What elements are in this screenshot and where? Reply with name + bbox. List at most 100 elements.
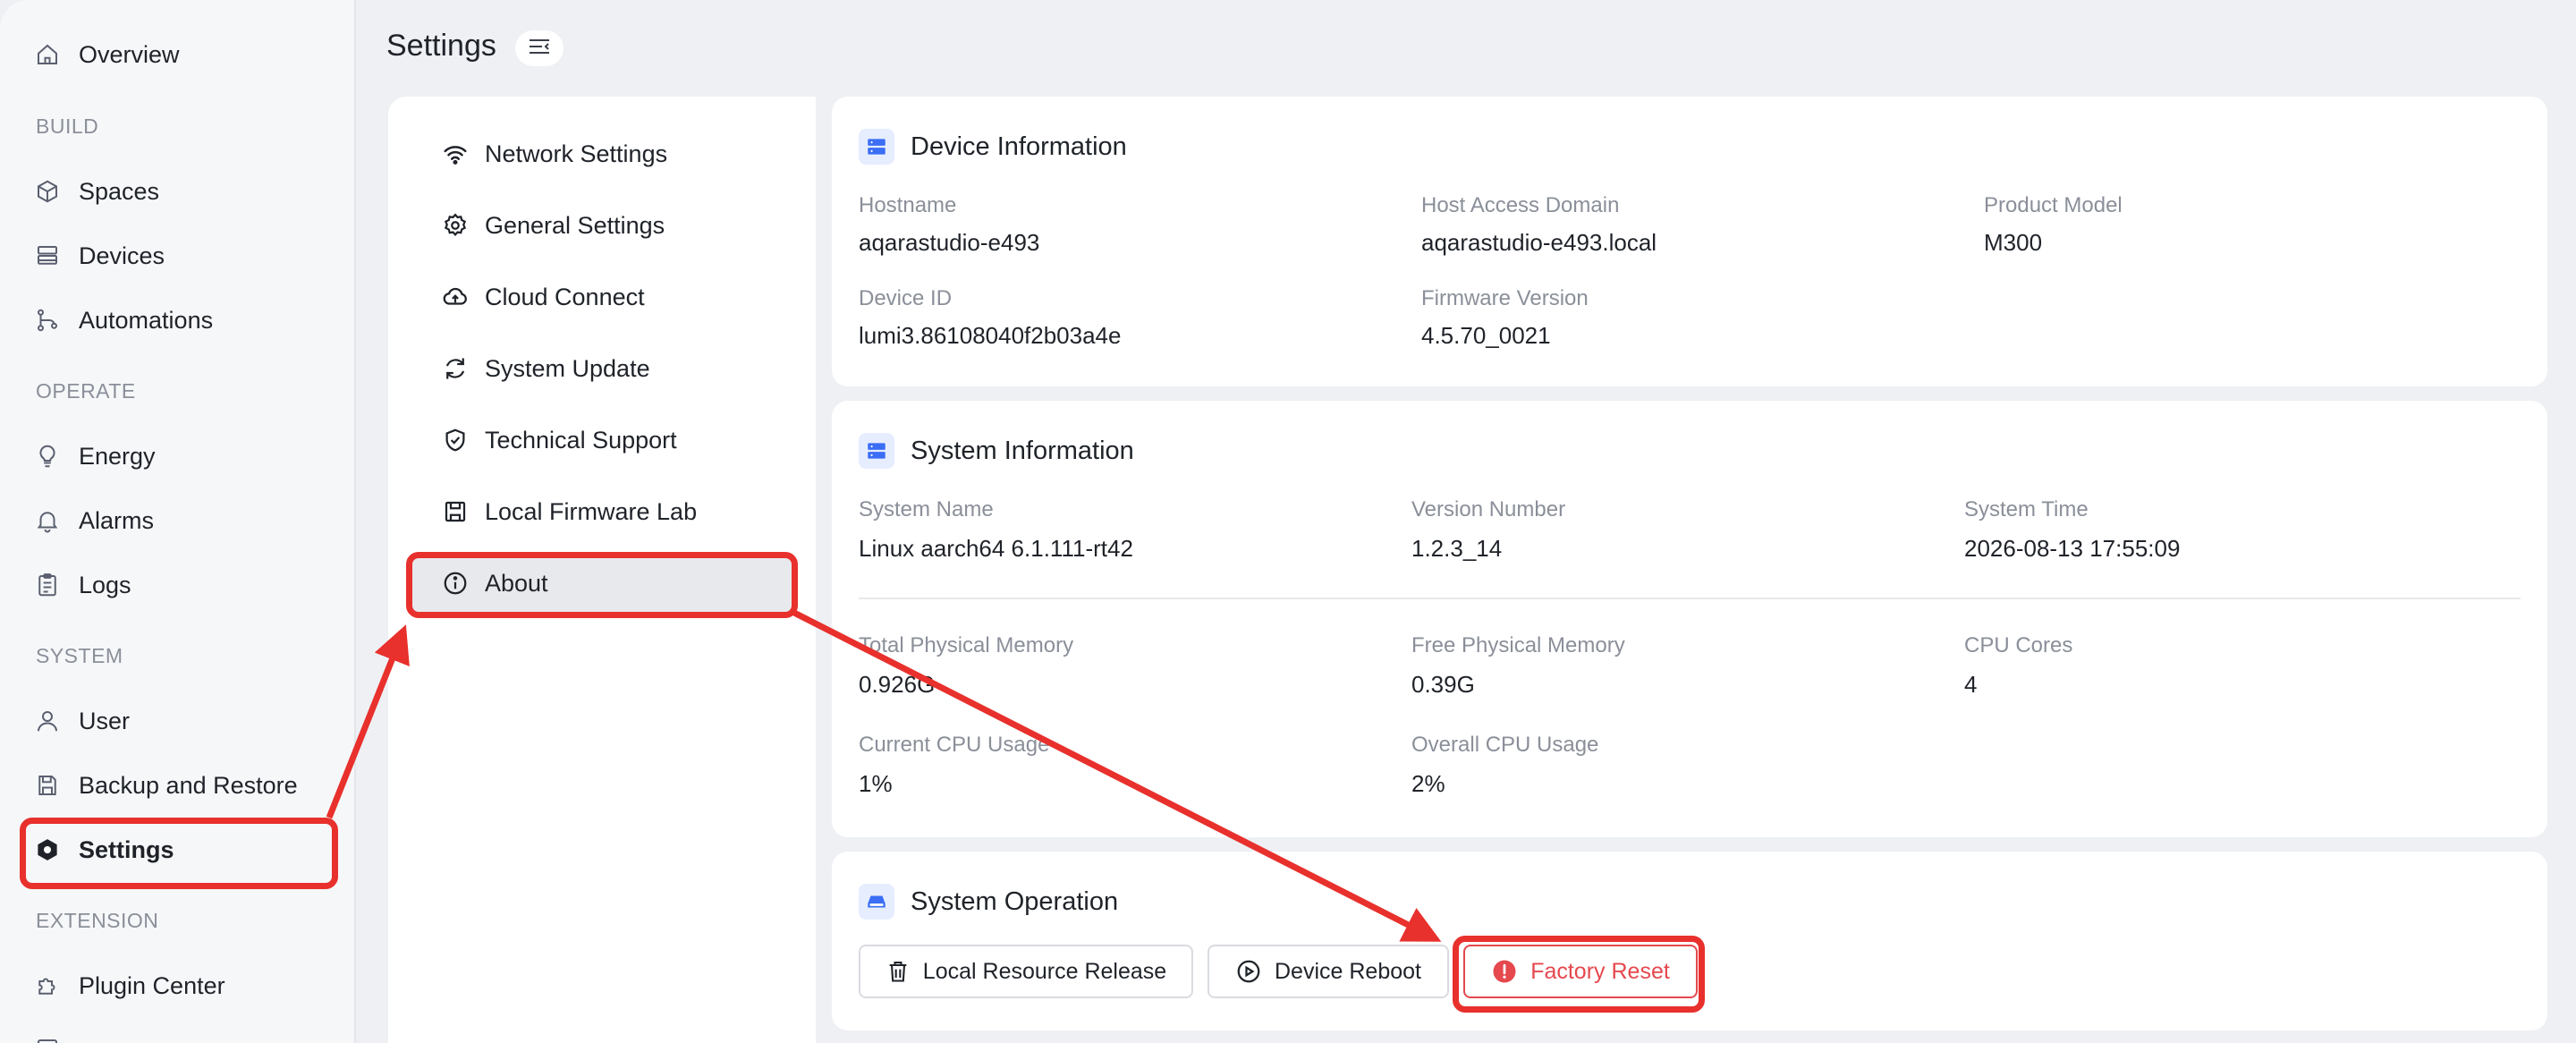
card-title: System Information bbox=[911, 436, 1134, 465]
submenu-item-label: Local Firmware Lab bbox=[485, 497, 698, 525]
factory-reset-button[interactable]: Factory Reset bbox=[1463, 945, 1698, 998]
sidebar-item-label: Energy bbox=[79, 442, 156, 470]
save-icon bbox=[440, 496, 470, 527]
system-time-value: 2026-08-13 17:55:09 bbox=[1964, 535, 2181, 562]
total-memory-label: Total Physical Memory bbox=[859, 633, 1074, 657]
hostname-value: aqarastudio-e493 bbox=[859, 229, 1040, 256]
info-icon bbox=[440, 568, 470, 598]
submenu-item-system-update[interactable]: System Update bbox=[406, 339, 796, 398]
main-sidebar: Overview BUILD Spaces Devices Automation… bbox=[0, 0, 356, 1043]
sidebar-item-user[interactable]: User bbox=[32, 699, 130, 743]
product-model-label: Product Model bbox=[1984, 193, 2123, 217]
sidebar-item-partial[interactable] bbox=[32, 1027, 79, 1043]
cpu-cores-value: 4 bbox=[1964, 671, 1978, 698]
cloud-icon bbox=[440, 282, 470, 312]
sidebar-item-backup[interactable]: Backup and Restore bbox=[32, 763, 298, 808]
system-information-card: System Information System Name Linux aar… bbox=[832, 401, 2547, 837]
host-domain-value: aqarastudio-e493.local bbox=[1421, 229, 1657, 256]
submenu-item-network-settings[interactable]: Network Settings bbox=[406, 124, 796, 183]
sidebar-item-spaces[interactable]: Spaces bbox=[32, 169, 159, 214]
submenu-item-label: Technical Support bbox=[485, 426, 677, 454]
list-icon bbox=[32, 1034, 63, 1043]
button-label: Factory Reset bbox=[1530, 958, 1670, 984]
firmware-label: Firmware Version bbox=[1421, 286, 1589, 310]
hostname-label: Hostname bbox=[859, 193, 957, 217]
button-label: Device Reboot bbox=[1275, 958, 1421, 984]
version-value: 1.2.3_14 bbox=[1411, 535, 1503, 562]
submenu-item-label: Network Settings bbox=[485, 140, 668, 167]
submenu-item-label: About bbox=[485, 569, 548, 597]
system-time-label: System Time bbox=[1964, 497, 2089, 522]
alert-icon bbox=[1493, 960, 1516, 983]
total-memory-value: 0.926G bbox=[859, 671, 936, 698]
sidebar-item-label: User bbox=[79, 707, 131, 734]
free-memory-label: Free Physical Memory bbox=[1411, 633, 1625, 657]
card-header: System Operation bbox=[859, 884, 1118, 920]
trash-icon bbox=[889, 962, 907, 982]
collapse-menu-button[interactable] bbox=[515, 30, 564, 66]
sidebar-item-devices[interactable]: Devices bbox=[32, 233, 165, 278]
local-resource-release-button[interactable]: Local Resource Release bbox=[859, 945, 1193, 998]
lightbulb-icon bbox=[32, 441, 63, 471]
submenu-item-label: General Settings bbox=[485, 211, 665, 239]
drive-icon bbox=[859, 884, 894, 920]
device-id-label: Device ID bbox=[859, 286, 953, 310]
free-memory-value: 0.39G bbox=[1411, 671, 1475, 698]
system-name-value: Linux aarch64 6.1.111-rt42 bbox=[859, 535, 1133, 562]
submenu-item-cloud-connect[interactable]: Cloud Connect bbox=[406, 267, 796, 326]
sidebar-item-label: Plugin Center bbox=[79, 971, 225, 999]
overall-cpu-value: 2% bbox=[1411, 770, 1445, 797]
play-circle-icon bbox=[1237, 960, 1260, 983]
current-cpu-label: Current CPU Usage bbox=[859, 733, 1050, 757]
sidebar-item-label: Backup and Restore bbox=[79, 771, 298, 799]
section-divider bbox=[859, 598, 2521, 599]
sidebar-item-overview[interactable]: Overview bbox=[32, 32, 180, 77]
button-label: Local Resource Release bbox=[922, 958, 1167, 984]
firmware-value: 4.5.70_0021 bbox=[1421, 322, 1551, 349]
branch-icon bbox=[32, 305, 63, 335]
submenu-item-label: Cloud Connect bbox=[485, 283, 645, 310]
sidebar-item-energy[interactable]: Energy bbox=[32, 434, 156, 479]
sidebar-section-extension: EXTENSION bbox=[36, 909, 159, 932]
sidebar-section-build: BUILD bbox=[36, 114, 99, 138]
home-icon bbox=[32, 39, 63, 70]
puzzle-icon bbox=[32, 971, 63, 1001]
sidebar-item-alarms[interactable]: Alarms bbox=[32, 498, 154, 543]
shield-check-icon bbox=[440, 425, 470, 455]
submenu-item-label: System Update bbox=[485, 354, 650, 382]
sidebar-item-settings[interactable]: Settings bbox=[32, 827, 174, 872]
sidebar-item-plugin-center[interactable]: Plugin Center bbox=[32, 963, 225, 1008]
sidebar-section-operate: OPERATE bbox=[36, 379, 136, 403]
server-icon bbox=[859, 433, 894, 469]
submenu-item-local-firmware-lab[interactable]: Local Firmware Lab bbox=[406, 482, 796, 541]
card-header: Device Information bbox=[859, 129, 1127, 165]
device-reboot-button[interactable]: Device Reboot bbox=[1208, 945, 1449, 998]
sidebar-item-logs[interactable]: Logs bbox=[32, 563, 131, 607]
sidebar-section-system: SYSTEM bbox=[36, 644, 123, 667]
product-model-value: M300 bbox=[1984, 229, 2043, 256]
card-title: Device Information bbox=[911, 131, 1127, 161]
device-information-card: Device Information Hostname aqarastudio-… bbox=[832, 97, 2547, 386]
settings-submenu: Network Settings General Settings Cloud … bbox=[388, 97, 816, 1043]
host-domain-label: Host Access Domain bbox=[1421, 193, 1620, 217]
refresh-icon bbox=[440, 353, 470, 384]
server-icon bbox=[32, 241, 63, 271]
system-operation-card: System Operation Local Resource Release … bbox=[832, 852, 2547, 1030]
card-title: System Operation bbox=[911, 886, 1119, 916]
save-icon bbox=[32, 770, 63, 801]
sidebar-item-label: Settings bbox=[79, 835, 174, 863]
server-icon bbox=[859, 129, 894, 165]
version-label: Version Number bbox=[1411, 497, 1566, 522]
overall-cpu-label: Overall CPU Usage bbox=[1411, 733, 1599, 757]
current-cpu-value: 1% bbox=[859, 770, 893, 797]
submenu-item-about[interactable]: About bbox=[406, 554, 796, 613]
menu-fold-icon bbox=[527, 37, 552, 61]
sidebar-item-automations[interactable]: Automations bbox=[32, 298, 213, 343]
bell-icon bbox=[32, 505, 63, 536]
settings-hex-icon bbox=[32, 835, 63, 865]
submenu-item-general-settings[interactable]: General Settings bbox=[406, 196, 796, 255]
page-title: Settings bbox=[386, 29, 496, 63]
sidebar-item-label: Automations bbox=[79, 306, 214, 334]
submenu-item-technical-support[interactable]: Technical Support bbox=[406, 411, 796, 470]
sidebar-item-label: Devices bbox=[79, 242, 165, 269]
